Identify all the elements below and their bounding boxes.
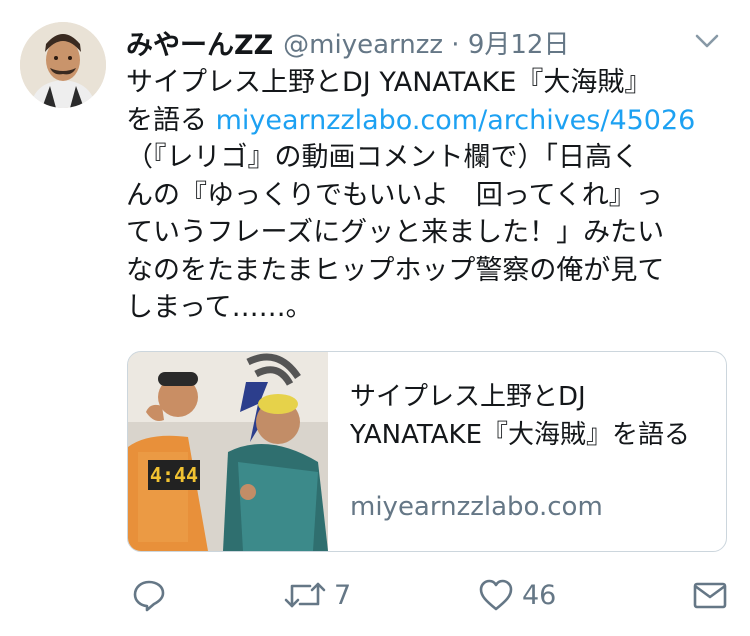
handle-and-date[interactable]: @miyearnzz · 9月12日 [283, 24, 569, 61]
card-domain: miyearnzzlabo.com [350, 492, 603, 522]
tweet-text: サイプレス上野とDJ YANATAKE『大海賊』 を語る miyearnzzla… [126, 64, 726, 327]
like-count: 46 [522, 579, 557, 611]
link-preview-card[interactable]: 4:44 サイプレス上野とDJ YANATAKE『大海賊』を語る miyearn… [127, 351, 727, 552]
shirt-print-text: 4:44 [150, 463, 198, 487]
chevron-down-icon[interactable] [692, 26, 722, 56]
tweet-text-line: サイプレス上野とDJ YANATAKE『大海賊』 [126, 67, 652, 98]
mail-icon [692, 578, 728, 612]
tweet-text-line: なのをたまたまヒップホップ警察の俺が見て [126, 254, 665, 286]
like-button[interactable]: 46 [478, 572, 556, 618]
tweet-header: みやーんZZ @miyearnzz · 9月12日 [126, 23, 730, 62]
card-title[interactable]: サイプレス上野とDJ YANATAKE『大海賊』を語る [350, 378, 710, 454]
avatar[interactable] [20, 22, 106, 108]
tweet-text-line: （『レリゴ』の動画コメント欄で）「日高く [126, 142, 639, 173]
article-link[interactable]: miyearnzzlabo.com/archives/45026 [216, 105, 696, 136]
tweet-actions: 7 46 [126, 572, 730, 618]
retweet-count: 7 [334, 579, 352, 611]
direct-message-button[interactable] [692, 572, 728, 618]
tweet-text-line: んの『ゆっくりでもいいよ 回ってくれ』っ [126, 179, 663, 211]
reply-icon [132, 578, 166, 612]
tweet-text-line: しまって……。 [126, 292, 313, 323]
heart-icon [478, 578, 514, 612]
reply-button[interactable] [132, 572, 174, 618]
retweet-icon [284, 578, 326, 612]
retweet-button[interactable]: 7 [284, 572, 351, 618]
display-name[interactable]: みやーんZZ [126, 23, 273, 62]
card-thumbnail: 4:44 [128, 352, 328, 551]
avatar-portrait-image [20, 22, 106, 108]
tweet-text-line: を語る miyearnzzlabo.com/archives/45026 [126, 104, 696, 136]
tweet-text-line: ていうフレーズにグッと来ました！」みたい [126, 217, 665, 248]
